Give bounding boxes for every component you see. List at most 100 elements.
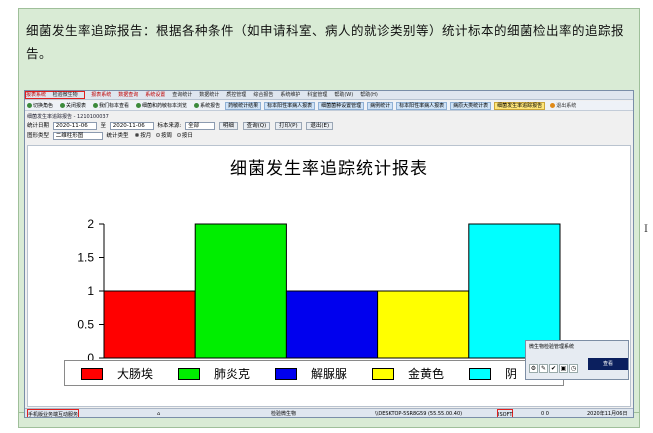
- toolbar-button[interactable]: 细菌和药敏标本浏览: [134, 101, 189, 111]
- date-from-input[interactable]: 2020-11-06: [52, 122, 97, 130]
- toolbar-button[interactable]: 我们标本查看: [91, 101, 131, 111]
- app-toolbar: 切换角色 关闭报表 我们标本查看 细菌和药敏标本浏览 系统报告 药敏统计结果 标本阳性率病人…: [25, 101, 633, 111]
- date-label: 统计日期: [27, 123, 50, 129]
- toolbar-button[interactable]: 药敏统计结果: [225, 102, 262, 110]
- toolbar-button[interactable]: 标本阳性率病人报表: [396, 102, 448, 110]
- toolbar-button[interactable]: 关闭报表: [58, 101, 88, 111]
- bar-chart: 00.511.522020/11月: [77, 217, 561, 360]
- specimen-label: 标本来源:: [157, 123, 182, 129]
- document-page: 细菌发生率追踪报告：根据各种条件（如申请科室、病人的就诊类别等）统计标本的细菌检…: [0, 0, 653, 433]
- menu-item[interactable]: 质控管理: [225, 92, 247, 98]
- legend-swatch: [275, 368, 297, 380]
- popup-check-icon[interactable]: ✔: [549, 364, 558, 373]
- toolbar-button[interactable]: 系统报告: [192, 101, 222, 111]
- legend-label: 金黄色: [408, 367, 445, 381]
- print-button[interactable]: 打印(P): [275, 122, 302, 130]
- legend-label: 解脲脲: [311, 367, 348, 381]
- app-menubar: 报表系统 检验微生物 报表系统 数据查询 系统设置 查询统计 数据统计 质控管理 综合报告系…: [25, 91, 633, 100]
- toolbar-button[interactable]: 细菌菌种设置管理: [318, 102, 365, 110]
- menu-item[interactable]: 查询统计: [171, 92, 193, 98]
- detail-button[interactable]: 明细: [218, 122, 238, 130]
- form-row-date: 统计日期 2020-11-06 至 2020-11-06 标本来源: 全部 明细…: [27, 122, 336, 131]
- form-row-chart-type: 图形类型 二维柱形图 统计类型 按月 按周 按日: [27, 132, 193, 141]
- radio-by-week[interactable]: [156, 133, 161, 137]
- popup-clock-icon[interactable]: ◷: [569, 364, 578, 373]
- legend-swatch: [178, 368, 200, 380]
- description-paragraph: 细菌发生率追踪报告：根据各种条件（如申请科室、病人的就诊类别等）统计标本的细菌检…: [26, 23, 625, 61]
- radio-by-month[interactable]: [135, 133, 140, 137]
- popup-title: 微生物检验管理系统: [529, 344, 575, 350]
- toolbar-button[interactable]: 切换角色: [25, 101, 55, 111]
- radio-by-day[interactable]: [176, 133, 181, 137]
- popup-icon-row: ⚙ ✎ ✔ ▣ ◷: [529, 360, 579, 373]
- menu-items: 报表系统 数据查询 系统设置 查询统计 数据统计 质控管理 综合报告 系统维护 科室管理 帮助(W…: [90, 92, 384, 98]
- report-window-title: 细菌发生率追踪报告 - 1210100037: [27, 114, 109, 120]
- y-tick-label: 1: [87, 284, 94, 298]
- legend-label: 大肠埃: [117, 367, 154, 381]
- status-counts: 0 0: [541, 411, 549, 417]
- menu-item[interactable]: 帮助(W): [333, 92, 354, 98]
- toolbar-icon: [93, 103, 99, 108]
- query-button[interactable]: 查询(Q): [242, 122, 271, 130]
- status-user: ISOFT: [497, 409, 514, 417]
- toolbar-button[interactable]: 病例统计: [367, 102, 394, 110]
- clipped-right-text: Ⅰ: [644, 224, 648, 235]
- embedded-app-screenshot: 报表系统 检验微生物 报表系统 数据查询 系统设置 查询统计 数据统计 质控管理 综合报告系…: [24, 90, 634, 418]
- legend-swatch: [469, 368, 491, 380]
- status-left: 手机版业务端互动服务: [27, 409, 80, 417]
- y-tick-label: 2: [87, 217, 94, 231]
- bar: [377, 290, 470, 359]
- status-center: 检验微生物: [271, 411, 297, 417]
- window-title-box: 报表系统 检验微生物: [25, 91, 86, 99]
- legend-label: 阴: [505, 367, 518, 381]
- chart-type-label: 图形类型: [27, 133, 50, 139]
- menu-item[interactable]: 帮助(H): [359, 92, 379, 98]
- status-host: \\DESKTOP-5SR8G59 (55.55.00.40): [375, 411, 463, 417]
- status-date: 2020年11月06日: [587, 411, 628, 417]
- menu-item[interactable]: 数据查询: [117, 92, 139, 98]
- menu-item[interactable]: 综合报告: [252, 92, 274, 98]
- bar: [285, 290, 379, 359]
- legend-swatch: [81, 368, 103, 380]
- chart-legend: 大肠埃 肺炎克 解脲脲 金黄色 阴: [64, 360, 564, 386]
- legend-label: 肺炎克: [214, 367, 251, 381]
- specimen-select[interactable]: 全部: [185, 122, 216, 130]
- query-form: 统计日期 2020-11-06 至 2020-11-06 标本来源: 全部 明细…: [27, 122, 347, 142]
- menu-item[interactable]: 系统维护: [279, 92, 301, 98]
- toolbar-icon: [550, 103, 556, 108]
- radio-by-month-label: 按月: [140, 133, 152, 139]
- popup-save-icon[interactable]: ▣: [559, 364, 568, 373]
- bar: [194, 223, 287, 359]
- menu-item[interactable]: 数据统计: [198, 92, 220, 98]
- window-title-sub: 检验微生物: [52, 92, 78, 98]
- popup-dark-panel[interactable]: 查看: [588, 358, 628, 370]
- stat-type-label: 统计类型: [106, 133, 129, 139]
- y-tick-label: 0.5: [77, 318, 94, 332]
- toolbar-button[interactable]: 病原大类统计表: [450, 102, 492, 110]
- menu-item[interactable]: 科室管理: [306, 92, 328, 98]
- toolbar-button[interactable]: 标本阳性率病人报表: [264, 102, 316, 110]
- radio-by-day-label: 按日: [181, 133, 193, 139]
- menu-item[interactable]: 报表系统: [90, 92, 112, 98]
- exit-button[interactable]: 退出(E): [306, 122, 334, 130]
- building-icon: ⌂: [157, 411, 161, 417]
- menu-item[interactable]: 系统设置: [144, 92, 166, 98]
- chart-type-select[interactable]: 二维柱形图: [52, 132, 103, 140]
- system-popup: 微生物检验管理系统 ⚙ ✎ ✔ ▣ ◷ 查看: [525, 340, 629, 380]
- toolbar-icon: [194, 103, 200, 108]
- app-statusbar: 手机版业务端互动服务 ⌂ 检验微生物 \\DESKTOP-5SR8G59 (55…: [25, 408, 633, 417]
- popup-tool-icon-1[interactable]: ⚙: [529, 364, 538, 373]
- window-title: 报表系统: [26, 92, 47, 98]
- toolbar-icon: [136, 103, 142, 108]
- radio-by-week-label: 按周: [161, 133, 173, 139]
- date-sep-label: 至: [100, 123, 107, 129]
- y-tick-label: 0: [87, 351, 94, 360]
- legend-swatch: [372, 368, 394, 380]
- toolbar-button[interactable]: 细菌发生率追踪报告: [494, 102, 546, 110]
- toolbar-icon: [27, 103, 32, 108]
- toolbar-button[interactable]: 退出系统: [548, 101, 578, 111]
- date-to-input[interactable]: 2020-11-06: [109, 122, 154, 130]
- popup-tool-icon-2[interactable]: ✎: [539, 364, 548, 373]
- toolbar-icon: [60, 103, 66, 108]
- bar: [468, 223, 561, 359]
